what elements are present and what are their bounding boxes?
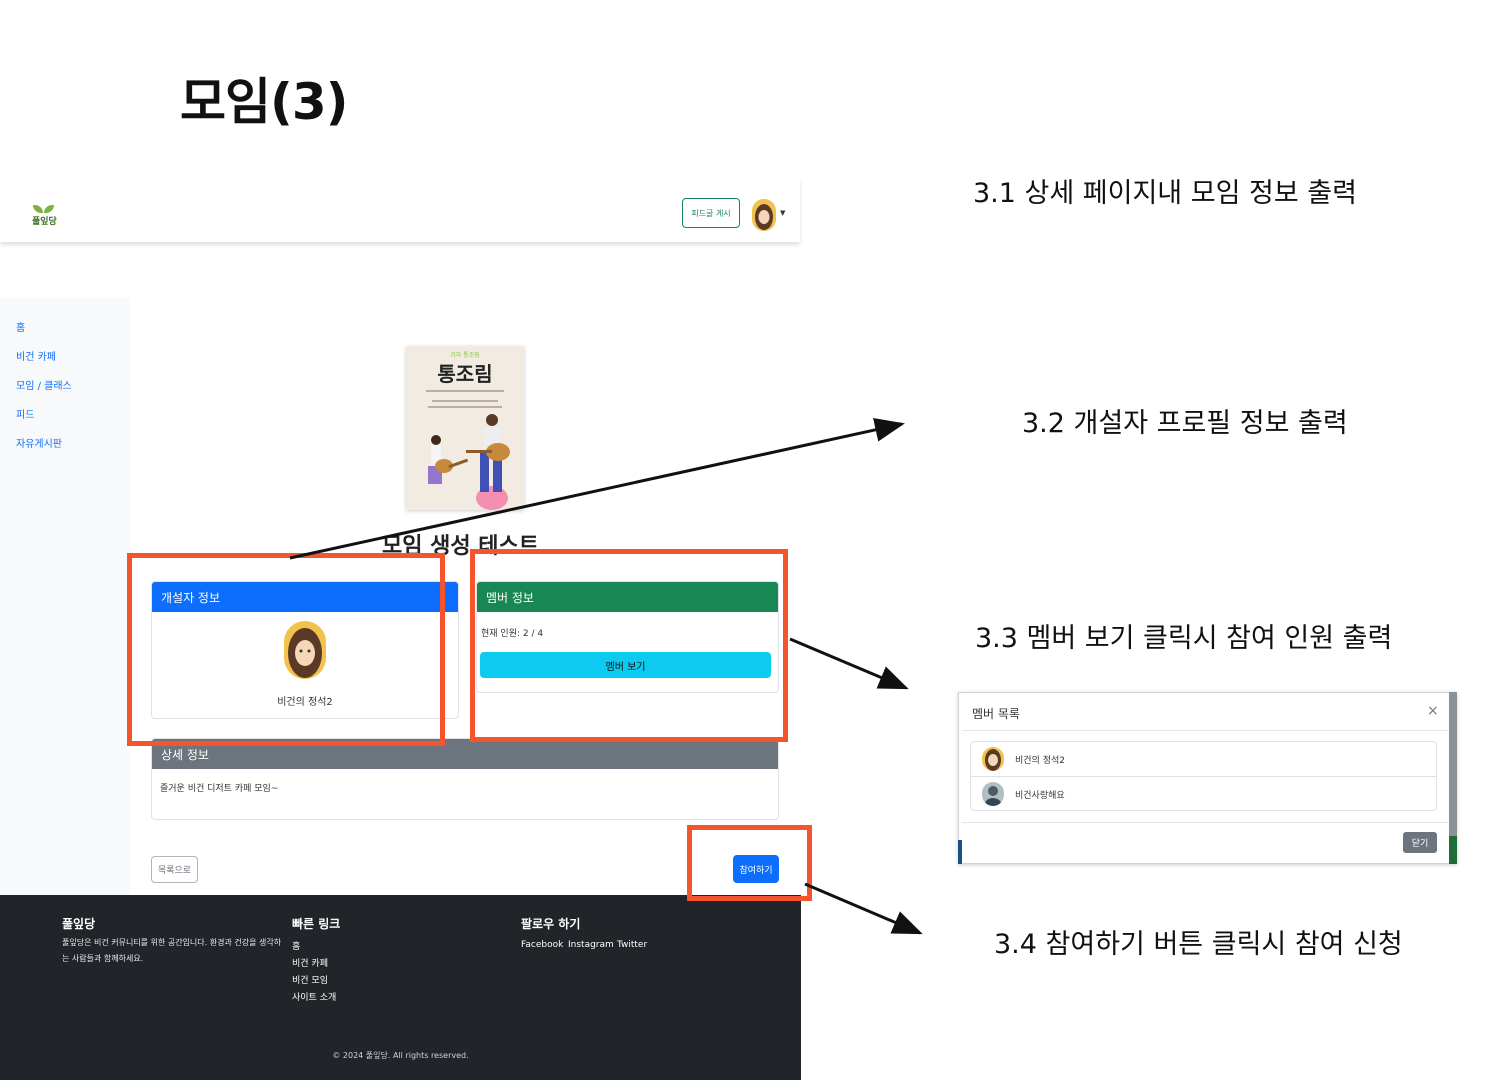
modal-backdrop-edge — [1449, 836, 1457, 864]
annotation-3-4: 3.4 참여하기 버튼 클릭시 참여 신청 — [994, 929, 1403, 960]
list-item: 비건의 정석2 — [1015, 756, 1065, 766]
annotation-3-3: 3.3 멤버 보기 클릭시 참여 인원 출력 — [975, 623, 1393, 654]
list-item: 비건사랑해요 — [1015, 791, 1065, 801]
member-avatar — [982, 782, 1004, 806]
modal-divider — [962, 730, 1449, 731]
annotation-arrows — [289, 418, 923, 935]
arrow-creator — [289, 418, 905, 560]
arrow-join — [804, 882, 923, 935]
modal-close-button[interactable]: 닫기 — [1403, 832, 1437, 853]
member-list-divider — [970, 776, 1437, 777]
modal-backdrop-edge — [958, 840, 962, 864]
member-avatar — [982, 747, 1004, 771]
modal-title: 멤버 목록 — [972, 707, 1020, 721]
close-icon[interactable]: × — [1427, 703, 1439, 719]
annotation-3-1: 3.1 상세 페이지내 모임 정보 출력 — [973, 178, 1357, 209]
modal-divider — [962, 822, 1449, 823]
annotation-3-2: 3.2 개설자 프로필 정보 출력 — [1022, 408, 1348, 439]
arrow-member — [789, 637, 909, 690]
